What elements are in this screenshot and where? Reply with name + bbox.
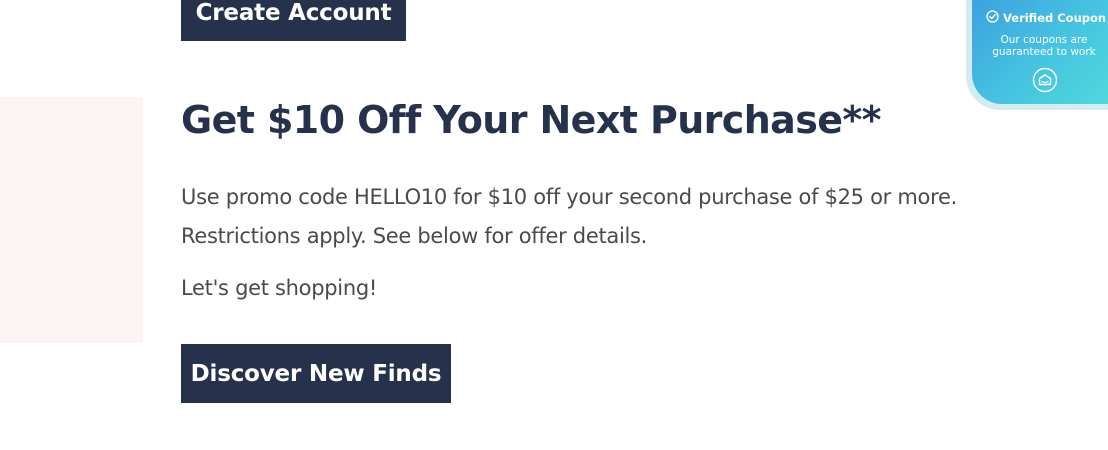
verified-coupon-subtitle: Our coupons are guaranteed to work bbox=[992, 34, 1096, 58]
decorative-image-panel bbox=[0, 97, 143, 343]
verified-coupon-panel: Verified Coupon Our coupons are guarante… bbox=[972, 0, 1108, 104]
discover-new-finds-label: Discover New Finds bbox=[190, 360, 442, 387]
promo-description: Use promo code HELLO10 for $10 off your … bbox=[181, 185, 957, 248]
shopping-callout: Let's get shopping! bbox=[181, 276, 377, 300]
verified-coupon-title-text: Verified Coupon bbox=[1003, 11, 1107, 25]
verified-coupon-badge[interactable]: Verified Coupon Our coupons are guarante… bbox=[966, 0, 1108, 110]
verified-coupon-title: Verified Coupon bbox=[986, 10, 1106, 26]
create-account-button[interactable]: Create Account bbox=[181, 0, 406, 41]
check-circle-icon bbox=[986, 10, 999, 26]
discover-new-finds-button[interactable]: Discover New Finds bbox=[181, 344, 451, 403]
page: Create Account Get $10 Off Your Next Pur… bbox=[0, 0, 1108, 450]
offer-heading: Get $10 Off Your Next Purchase** bbox=[181, 98, 882, 142]
create-account-label: Create Account bbox=[195, 0, 392, 26]
coupon-brand-logo-icon bbox=[1032, 67, 1058, 93]
